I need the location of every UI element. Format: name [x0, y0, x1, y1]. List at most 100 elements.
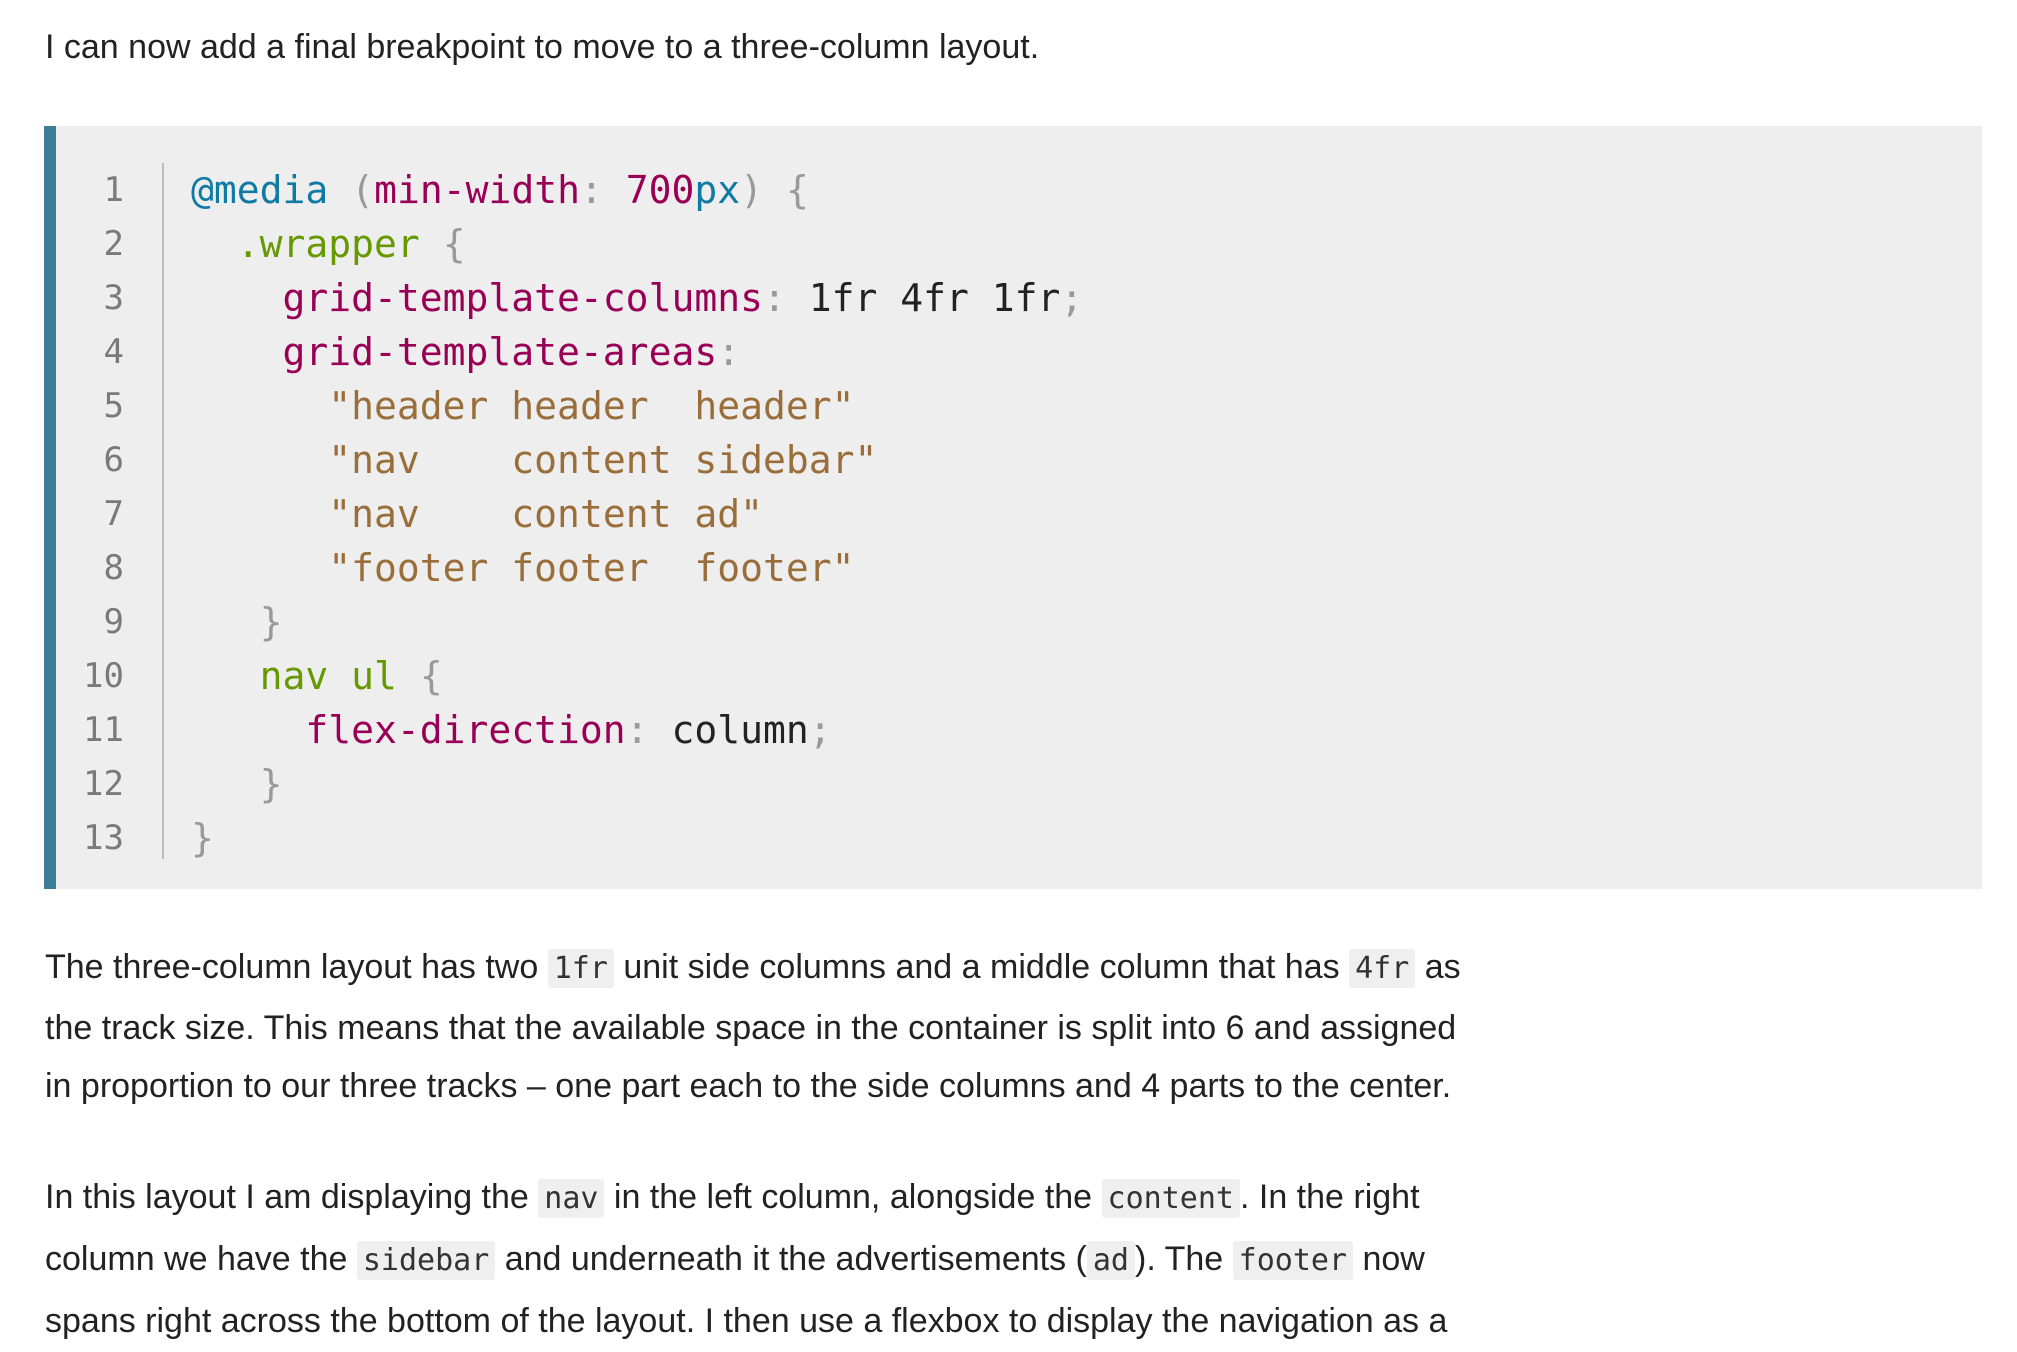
code-token: nav ul — [259, 654, 397, 698]
code-token: : — [625, 708, 649, 752]
text-segment: column we have the — [45, 1240, 357, 1278]
text-segment: unit side columns and a middle column th… — [613, 948, 1350, 986]
code-token: { — [442, 222, 466, 266]
text-segment: ). The — [1135, 1240, 1233, 1278]
inline-code-footer: footer — [1232, 1241, 1354, 1280]
code-token: grid-template-columns — [282, 276, 763, 320]
code-token: px — [694, 168, 741, 212]
code-line: grid-template-columns: 1fr 4fr 1fr; — [191, 271, 1084, 325]
inline-code-nav: nav — [538, 1179, 605, 1218]
text-segment: in the left column, alongside the — [604, 1178, 1102, 1216]
inline-code-content: content — [1101, 1179, 1240, 1218]
explanation-paragraph-2: In this layout I am displaying the nav i… — [45, 1167, 1447, 1352]
code-token: } — [259, 600, 283, 644]
code-line: "nav content sidebar" — [191, 433, 877, 487]
code-token: column — [648, 708, 809, 752]
paragraph-line: The three-column layout has two 1fr unit… — [45, 938, 1461, 999]
line-number: 8 — [103, 548, 124, 588]
code-token: 700 — [625, 168, 695, 212]
code-token: grid-template-areas — [282, 330, 718, 374]
line-number: 1 — [103, 170, 124, 210]
text-segment: . In the right — [1239, 1178, 1420, 1216]
inline-code-4fr: 4fr — [1349, 949, 1416, 988]
explanation-paragraph-1: The three-column layout has two 1fr unit… — [45, 938, 1461, 1116]
code-line: } — [191, 811, 214, 865]
inline-code-sidebar: sidebar — [356, 1241, 496, 1280]
paragraph-line: spans right across the bottom of the lay… — [45, 1302, 1448, 1340]
code-line: grid-template-areas: — [191, 325, 741, 379]
inline-code-ad: ad — [1086, 1241, 1135, 1280]
code-line: .wrapper { — [191, 217, 466, 271]
code-line: flex-direction: column; — [191, 703, 832, 757]
paragraph-line: column we have the sidebar and underneat… — [45, 1229, 1447, 1291]
line-number: 12 — [83, 764, 124, 804]
line-number-gutter: 1 2 3 4 5 6 7 8 9 10 11 12 13 — [56, 126, 164, 889]
code-line: } — [191, 595, 283, 649]
code-token: .wrapper — [236, 222, 420, 266]
code-token: "footer footer footer" — [328, 546, 855, 590]
code-token: min-width — [374, 168, 580, 212]
code-line: nav ul { — [191, 649, 443, 703]
code-token: : — [717, 330, 741, 374]
code-token: { — [785, 168, 809, 212]
code-token: : — [579, 168, 603, 212]
line-number: 7 — [103, 494, 124, 534]
code-token: ; — [1060, 276, 1084, 320]
code-token: ; — [808, 708, 832, 752]
code-token: "header header header" — [328, 384, 855, 428]
code-line: } — [191, 757, 283, 811]
line-number: 3 — [103, 278, 124, 318]
line-number: 2 — [103, 224, 124, 264]
code-token: } — [259, 762, 283, 806]
code-line: "footer footer footer" — [191, 541, 854, 595]
line-number: 9 — [103, 602, 124, 642]
inline-code-1fr: 1fr — [547, 949, 614, 988]
text-segment: now — [1353, 1240, 1425, 1278]
code-token: "nav content ad" — [328, 492, 763, 536]
paragraph-line: in proportion to our three tracks – one … — [45, 1067, 1452, 1105]
code-token: "nav content sidebar" — [328, 438, 878, 482]
line-number: 6 — [103, 440, 124, 480]
line-number: 10 — [83, 656, 124, 696]
text-segment: In this layout I am displaying the — [45, 1178, 539, 1216]
line-number: 13 — [83, 818, 124, 858]
text-segment: The three-column layout has two — [45, 948, 548, 986]
code-token: } — [191, 816, 214, 860]
code-token: flex-direction — [305, 708, 626, 752]
code-token: ( — [351, 168, 375, 212]
code-token: { — [419, 654, 443, 698]
code-block: 1 2 3 4 5 6 7 8 9 10 11 12 13 @media (min-width: 700… — [44, 126, 1982, 889]
code-line: @media (min-width: 700px) { — [191, 163, 809, 217]
code-line: "header header header" — [191, 379, 854, 433]
paragraph-line: the track size. This means that the avai… — [45, 1008, 1457, 1047]
code-token: 1fr 4fr 1fr — [785, 276, 1061, 320]
line-number: 11 — [83, 710, 124, 750]
text-segment: as — [1415, 948, 1461, 986]
code-token: : — [762, 276, 786, 320]
code-token: ) — [740, 168, 764, 212]
intro-paragraph: I can now add a final breakpoint to move… — [45, 28, 1040, 66]
line-number: 4 — [103, 332, 124, 372]
code-line: "nav content ad" — [191, 487, 763, 541]
line-number: 5 — [103, 386, 124, 426]
gutter-divider — [162, 163, 164, 859]
text-segment: and underneath it the advertisements ( — [495, 1240, 1087, 1278]
paragraph-line: In this layout I am displaying the nav i… — [45, 1167, 1447, 1229]
code-token: @media — [191, 168, 329, 212]
